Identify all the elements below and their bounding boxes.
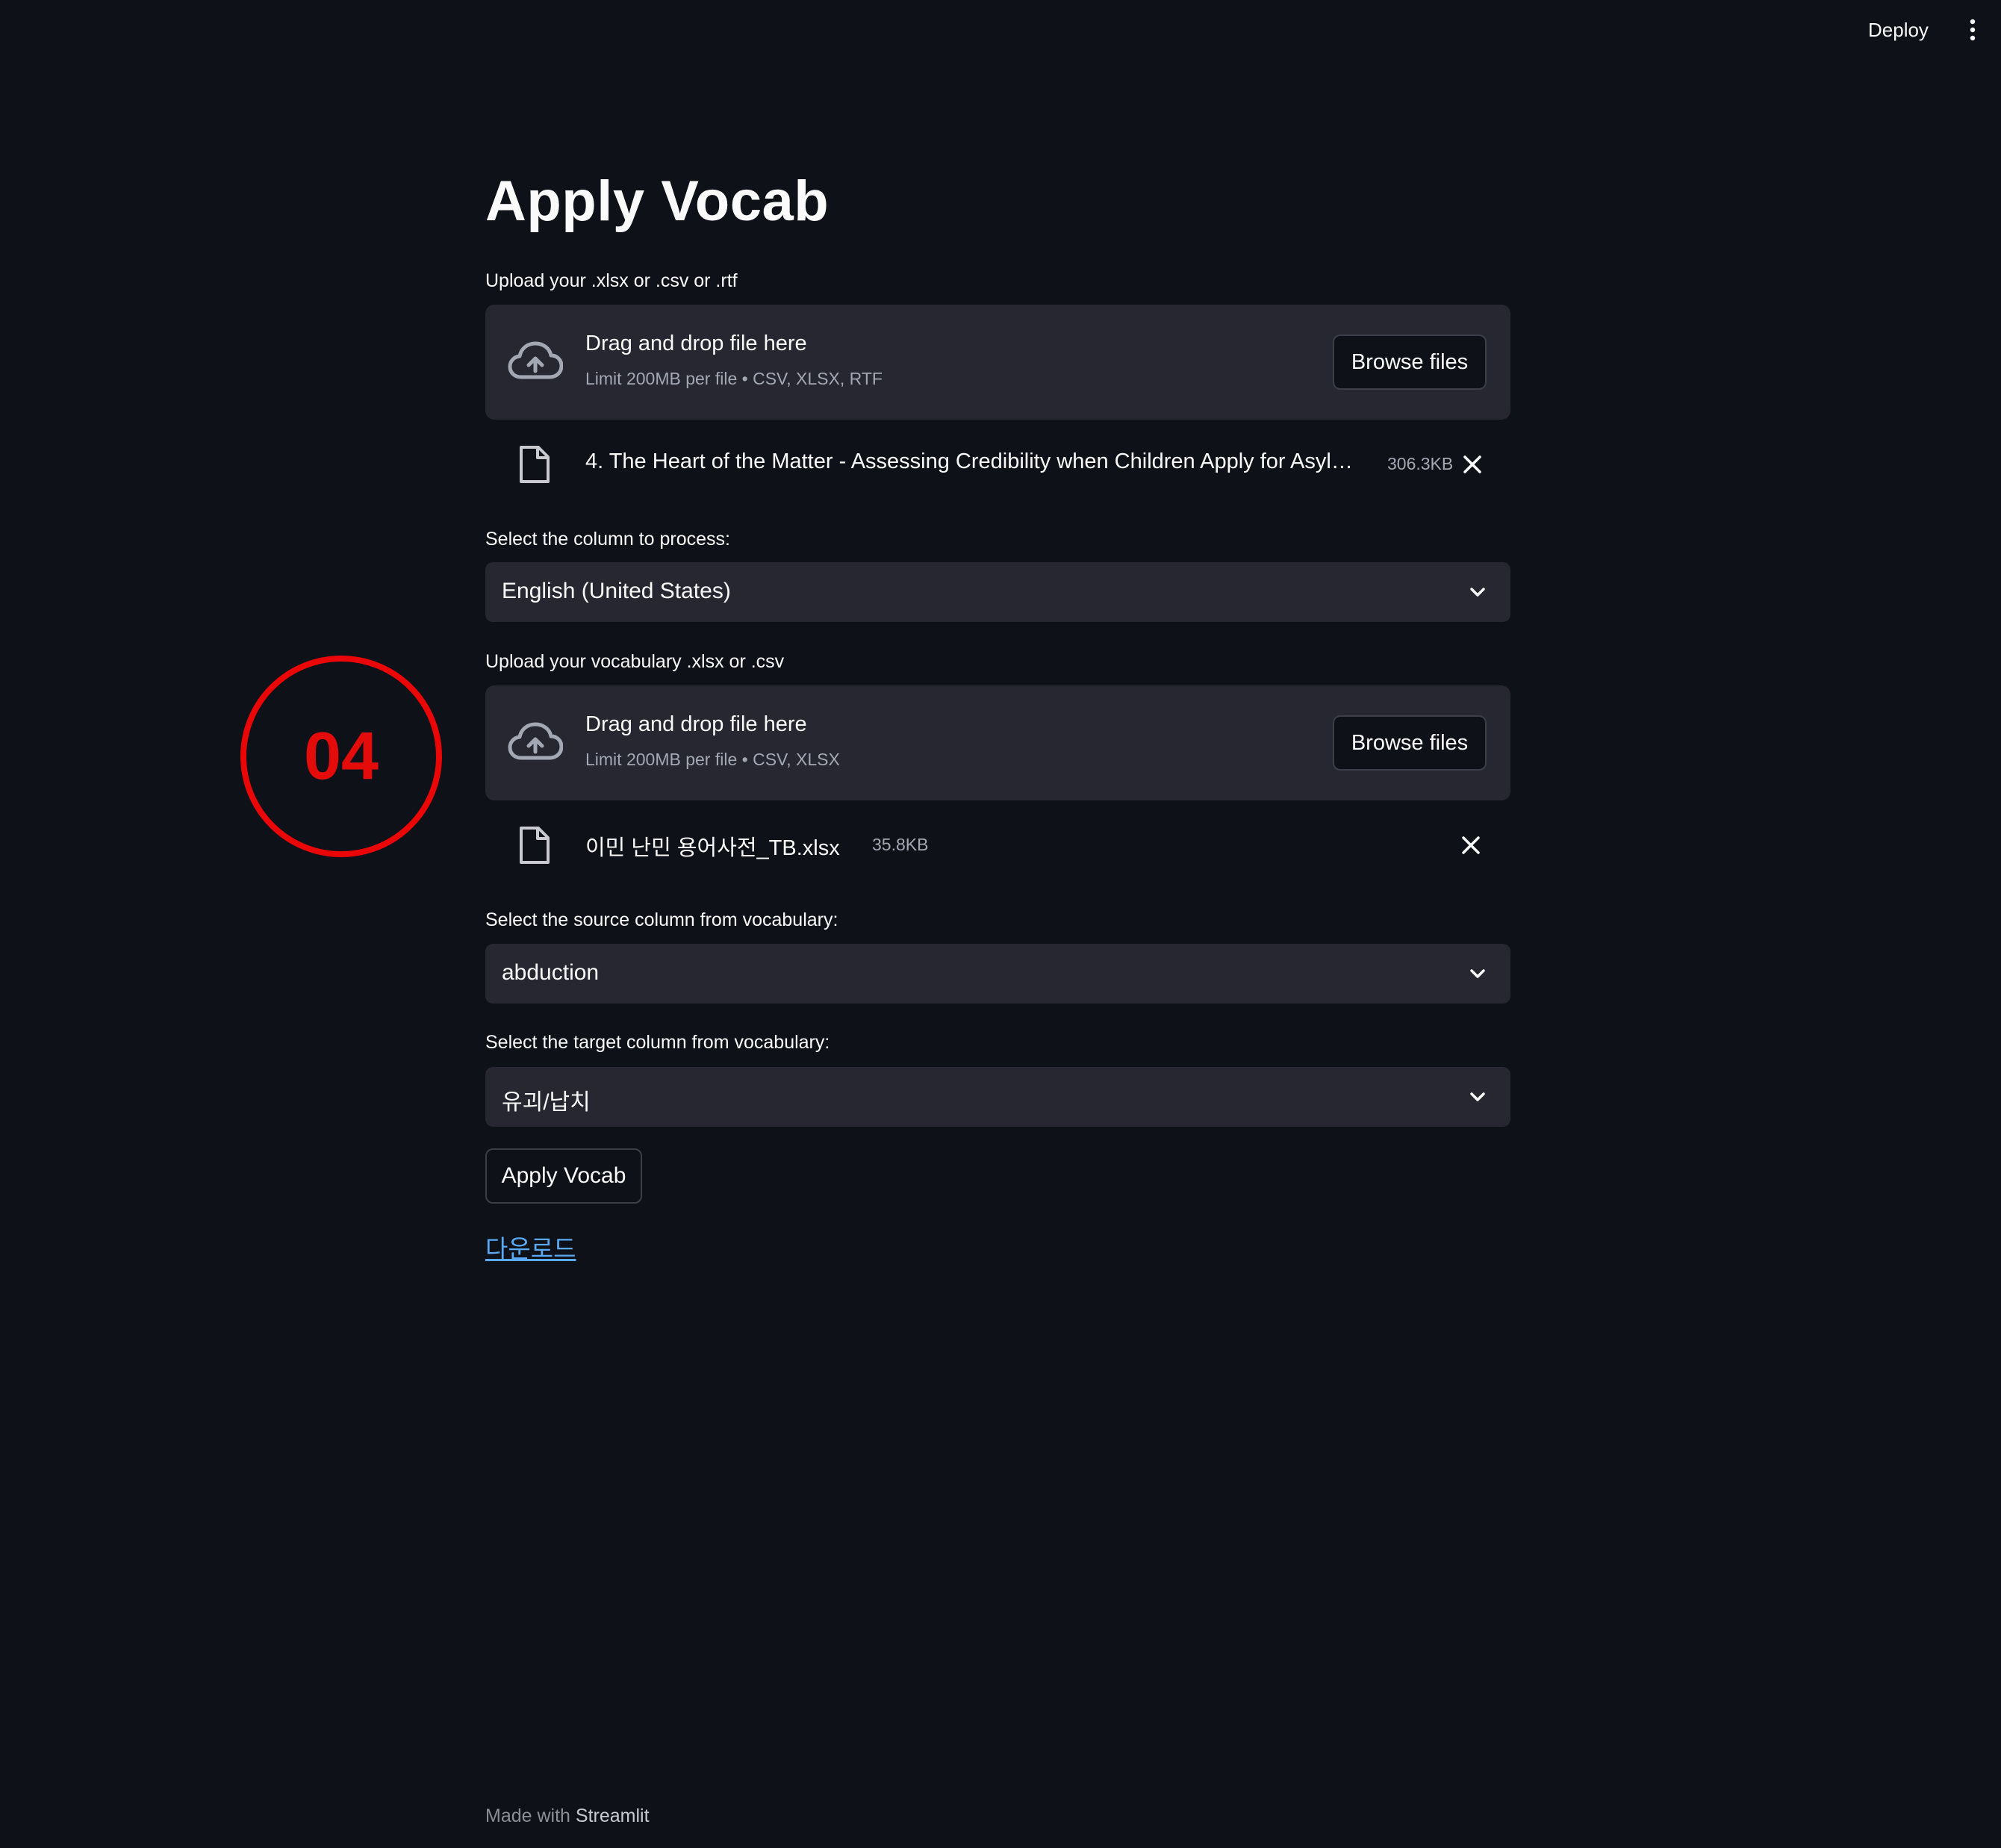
target-select-label: Select the target column from vocabulary… [485,1032,830,1053]
uploaded-file-name: 4. The Heart of the Matter - Assessing C… [585,449,1362,473]
vocabulary-dropzone[interactable]: Drag and drop file here Limit 200MB per … [485,685,1510,800]
document-dropzone[interactable]: Drag and drop file here Limit 200MB per … [485,305,1510,420]
target-column-select[interactable]: 유괴/납치 [485,1067,1510,1127]
main-menu-button[interactable] [1956,12,1989,48]
uploaded-file-row: 4. The Heart of the Matter - Assessing C… [485,435,1510,494]
close-icon [1463,455,1481,473]
footer-prefix: Made with [485,1805,570,1826]
close-icon [1462,836,1480,854]
upload-vocabulary-label: Upload your vocabulary .xlsx or .csv [485,651,785,672]
remove-file-button[interactable] [1456,830,1486,860]
file-icon [520,827,550,864]
column-select-value: English (United States) [502,579,731,603]
dropzone-instruction: Drag and drop file here [585,712,807,736]
streamlit-link[interactable]: Streamlit [576,1805,650,1826]
cloud-upload-icon [508,722,563,760]
uploaded-file-size: 306.3KB [1387,454,1454,473]
footer: Made with Streamlit [485,1805,650,1827]
apply-vocab-button[interactable]: Apply Vocab [485,1148,642,1204]
step-number: 04 [303,719,379,794]
source-select-value: abduction [502,960,600,985]
vertical-dots-icon [1970,19,1976,41]
dropzone-limit: Limit 200MB per file • CSV, XLSX, RTF [585,369,883,388]
source-column-select[interactable]: abduction [485,944,1510,1004]
top-bar: Deploy [0,0,2001,60]
chevron-down-icon [1470,588,1485,597]
uploaded-file-size: 35.8KB [872,835,929,854]
column-select[interactable]: English (United States) [485,562,1510,622]
deploy-button[interactable]: Deploy [1859,15,1938,45]
app-page: Deploy 04 Apply Vocab Upload your .xlsx … [0,0,2001,1848]
browse-files-button[interactable]: Browse files [1333,335,1487,390]
download-link[interactable]: 다운로드 [485,1229,576,1265]
remove-file-button[interactable] [1457,449,1487,479]
uploaded-file-name: 이민 난민 용어사전_TB.xlsx [585,836,840,860]
page-title: Apply Vocab [485,169,830,233]
cloud-upload-icon [508,341,563,379]
source-select-label: Select the source column from vocabulary… [485,909,838,930]
file-icon [520,446,550,483]
dropzone-limit: Limit 200MB per file • CSV, XLSX [585,750,840,769]
target-select-value: 유괴/납치 [502,1090,591,1115]
upload-document-label: Upload your .xlsx or .csv or .rtf [485,270,738,291]
step-badge: 04 [240,656,442,857]
browse-files-button[interactable]: Browse files [1333,715,1487,771]
chevron-down-icon [1470,969,1485,978]
uploaded-vocabulary-row: 이민 난민 용어사전_TB.xlsx 35.8KB [485,815,1510,875]
chevron-down-icon [1470,1092,1485,1101]
dropzone-instruction: Drag and drop file here [585,332,807,355]
column-select-label: Select the column to process: [485,529,730,550]
